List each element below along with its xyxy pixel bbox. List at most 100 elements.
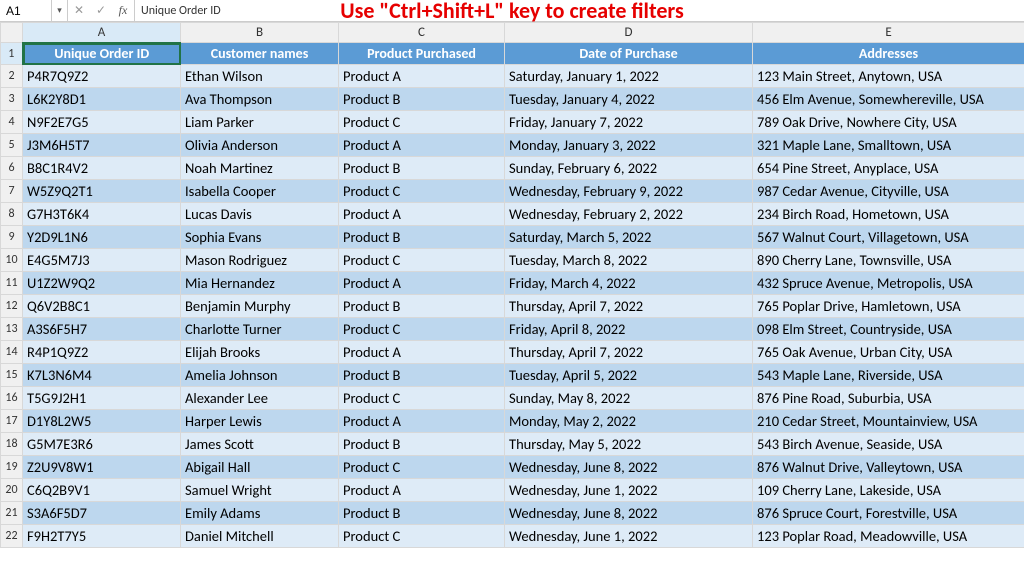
row-header[interactable]: 17 <box>1 410 23 433</box>
cell[interactable]: Product C <box>339 111 505 134</box>
cell[interactable]: Product B <box>339 364 505 387</box>
fx-icon[interactable]: fx <box>112 0 134 21</box>
cell[interactable]: L6K2Y8D1 <box>23 88 181 111</box>
cell[interactable]: 432 Spruce Avenue, Metropolis, USA <box>753 272 1024 295</box>
cell[interactable]: Sunday, February 6, 2022 <box>505 157 753 180</box>
cell[interactable]: 123 Poplar Road, Meadowville, USA <box>753 525 1024 548</box>
cell[interactable]: Product A <box>339 134 505 157</box>
row-header[interactable]: 15 <box>1 364 23 387</box>
cell[interactable]: Z2U9V8W1 <box>23 456 181 479</box>
name-box-dropdown-icon[interactable]: ▾ <box>52 0 68 21</box>
cell[interactable]: 890 Cherry Lane, Townsville, USA <box>753 249 1024 272</box>
cell[interactable]: 765 Oak Avenue, Urban City, USA <box>753 341 1024 364</box>
cell[interactable]: 543 Maple Lane, Riverside, USA <box>753 364 1024 387</box>
cell[interactable]: S3A6F5D7 <box>23 502 181 525</box>
header-cell[interactable]: Addresses <box>753 43 1024 65</box>
cell[interactable]: Liam Parker <box>181 111 339 134</box>
cell[interactable]: Friday, March 4, 2022 <box>505 272 753 295</box>
cell[interactable]: Product C <box>339 249 505 272</box>
cell[interactable]: 109 Cherry Lane, Lakeside, USA <box>753 479 1024 502</box>
cell[interactable]: 210 Cedar Street, Mountainview, USA <box>753 410 1024 433</box>
row-header[interactable]: 1 <box>1 43 23 65</box>
cell[interactable]: F9H2T7Y5 <box>23 525 181 548</box>
cell[interactable]: Wednesday, June 1, 2022 <box>505 479 753 502</box>
cell[interactable]: Product B <box>339 157 505 180</box>
cell[interactable]: D1Y8L2W5 <box>23 410 181 433</box>
cell[interactable]: U1Z2W9Q2 <box>23 272 181 295</box>
row-header[interactable]: 8 <box>1 203 23 226</box>
formula-content[interactable]: Unique Order ID <box>135 0 1024 21</box>
cell[interactable]: B8C1R4V2 <box>23 157 181 180</box>
cell[interactable]: Thursday, April 7, 2022 <box>505 295 753 318</box>
cell[interactable]: E4G5M7J3 <box>23 249 181 272</box>
row-header[interactable]: 18 <box>1 433 23 456</box>
cell[interactable]: Tuesday, March 8, 2022 <box>505 249 753 272</box>
cell[interactable]: Product A <box>339 272 505 295</box>
row-header[interactable]: 14 <box>1 341 23 364</box>
cell[interactable]: Y2D9L1N6 <box>23 226 181 249</box>
cell[interactable]: 123 Main Street, Anytown, USA <box>753 65 1024 88</box>
cell[interactable]: Product B <box>339 433 505 456</box>
cell[interactable]: Friday, April 8, 2022 <box>505 318 753 341</box>
cell[interactable]: Samuel Wright <box>181 479 339 502</box>
cell[interactable]: Product C <box>339 456 505 479</box>
row-header[interactable]: 4 <box>1 111 23 134</box>
cell[interactable]: Product C <box>339 525 505 548</box>
cell[interactable]: Thursday, April 7, 2022 <box>505 341 753 364</box>
cell[interactable]: Product C <box>339 318 505 341</box>
cell[interactable]: Wednesday, June 1, 2022 <box>505 525 753 548</box>
cell[interactable]: Product C <box>339 180 505 203</box>
cell[interactable]: Sophia Evans <box>181 226 339 249</box>
row-header[interactable]: 9 <box>1 226 23 249</box>
cell[interactable]: Ethan Wilson <box>181 65 339 88</box>
enter-icon[interactable]: ✓ <box>90 0 112 21</box>
cell[interactable]: James Scott <box>181 433 339 456</box>
cell[interactable]: Product B <box>339 88 505 111</box>
cell[interactable]: Emily Adams <box>181 502 339 525</box>
cell[interactable]: T5G9J2H1 <box>23 387 181 410</box>
cell[interactable]: 876 Spruce Court, Forestville, USA <box>753 502 1024 525</box>
cell[interactable]: Product B <box>339 295 505 318</box>
cell[interactable]: 456 Elm Avenue, Somewhereville, USA <box>753 88 1024 111</box>
row-header[interactable]: 11 <box>1 272 23 295</box>
select-all-corner[interactable] <box>1 23 23 43</box>
row-header[interactable]: 12 <box>1 295 23 318</box>
cell[interactable]: Product A <box>339 203 505 226</box>
cell[interactable]: Alexander Lee <box>181 387 339 410</box>
cell[interactable]: W5Z9Q2T1 <box>23 180 181 203</box>
cell[interactable]: Wednesday, February 2, 2022 <box>505 203 753 226</box>
cell[interactable]: Product B <box>339 226 505 249</box>
cell[interactable]: Monday, January 3, 2022 <box>505 134 753 157</box>
cell[interactable]: A3S6F5H7 <box>23 318 181 341</box>
cell[interactable]: 098 Elm Street, Countryside, USA <box>753 318 1024 341</box>
cell[interactable]: Thursday, May 5, 2022 <box>505 433 753 456</box>
row-header[interactable]: 22 <box>1 525 23 548</box>
column-header-C[interactable]: C <box>339 23 505 43</box>
cell[interactable]: Amelia Johnson <box>181 364 339 387</box>
cell[interactable]: 789 Oak Drive, Nowhere City, USA <box>753 111 1024 134</box>
spreadsheet-grid[interactable]: A B C D E 1Unique Order IDCustomer names… <box>0 22 1024 548</box>
cell[interactable]: Mason Rodriguez <box>181 249 339 272</box>
cell[interactable]: Wednesday, February 9, 2022 <box>505 180 753 203</box>
cell[interactable]: Elijah Brooks <box>181 341 339 364</box>
cell[interactable]: Olivia Anderson <box>181 134 339 157</box>
row-header[interactable]: 20 <box>1 479 23 502</box>
cell[interactable]: Harper Lewis <box>181 410 339 433</box>
cell[interactable]: 987 Cedar Avenue, Cityville, USA <box>753 180 1024 203</box>
column-header-E[interactable]: E <box>753 23 1024 43</box>
cell[interactable]: Saturday, March 5, 2022 <box>505 226 753 249</box>
cell[interactable]: G5M7E3R6 <box>23 433 181 456</box>
cell[interactable]: Wednesday, June 8, 2022 <box>505 502 753 525</box>
cell[interactable]: Lucas Davis <box>181 203 339 226</box>
cancel-icon[interactable]: ✕ <box>68 0 90 21</box>
cell[interactable]: N9F2E7G5 <box>23 111 181 134</box>
cell[interactable]: C6Q2B9V1 <box>23 479 181 502</box>
cell[interactable]: R4P1Q9Z2 <box>23 341 181 364</box>
header-cell[interactable]: Unique Order ID <box>23 43 181 65</box>
cell[interactable]: Daniel Mitchell <box>181 525 339 548</box>
cell[interactable]: Noah Martinez <box>181 157 339 180</box>
cell[interactable]: Monday, May 2, 2022 <box>505 410 753 433</box>
cell[interactable]: Saturday, January 1, 2022 <box>505 65 753 88</box>
cell[interactable]: Charlotte Turner <box>181 318 339 341</box>
cell[interactable]: Q6V2B8C1 <box>23 295 181 318</box>
